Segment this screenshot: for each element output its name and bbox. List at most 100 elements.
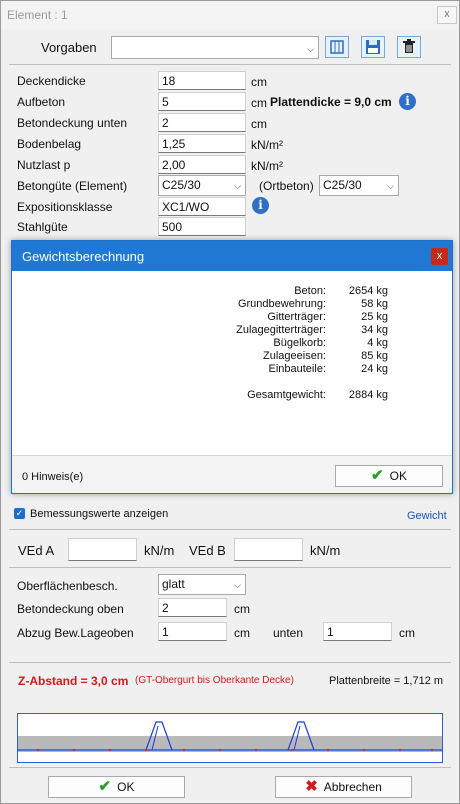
hint-count: 0 Hinweis(e)	[22, 471, 84, 483]
betonguete-label: Betongüte (Element)	[17, 179, 128, 193]
abzug-oben-unit: cm	[234, 626, 250, 640]
abzug-oben-label: oben	[107, 626, 134, 640]
cancel-label: Abbrechen	[323, 780, 382, 794]
bodenbelag-input[interactable]: 1,25	[158, 134, 246, 153]
dialog-ok-button[interactable]: ✔ OK	[335, 465, 443, 487]
weight-label: Zulageeisen:	[263, 350, 326, 362]
total-value: 2884 kg	[348, 389, 388, 401]
columns-button[interactable]	[325, 36, 349, 58]
separator	[9, 567, 451, 568]
weight-label: Bügelkorb:	[273, 337, 326, 349]
oberflaeche-select[interactable]: glatt ⌵	[158, 574, 246, 595]
betondeckung-unten-label: Betondeckung unten	[17, 116, 128, 130]
abzug-unten-unit: cm	[399, 626, 415, 640]
plattendicke-info-icon[interactable]: i	[399, 93, 416, 110]
vorgaben-label: Vorgaben	[41, 40, 97, 55]
vorgaben-select[interactable]: ⌵	[111, 36, 319, 59]
expositionsklasse-info-icon[interactable]: i	[252, 197, 269, 214]
betondeckung-oben-unit: cm	[234, 602, 250, 616]
weight-value: 2654 kg	[348, 285, 388, 297]
deckendicke-unit: cm	[251, 75, 267, 89]
nutzlast-label: Nutzlast p	[17, 158, 71, 172]
chevron-down-icon: ⌵	[387, 181, 394, 191]
check-icon: ✔	[98, 778, 112, 795]
weight-value: 34 kg	[361, 324, 388, 336]
weight-value: 24 kg	[361, 363, 388, 375]
dialog-close-button[interactable]: x	[431, 248, 448, 265]
ved-a-unit: kN/m	[144, 543, 175, 558]
cross-section-preview	[17, 713, 443, 763]
deckendicke-label: Deckendicke	[17, 74, 86, 88]
window-close-button[interactable]: x	[437, 6, 457, 24]
ortbeton-value: C25/30	[323, 178, 362, 192]
stahlguete-label: Stahlgüte	[17, 220, 68, 234]
gewicht-link[interactable]: Gewicht	[407, 510, 447, 522]
ved-b-label: VEd B	[189, 543, 226, 558]
bemessung-checkbox[interactable]: ✓	[14, 508, 25, 519]
betonguete-select[interactable]: C25/30 ⌵	[158, 175, 246, 196]
gewichtsberechnung-dialog: Gewichtsberechnung x Beton: 2654 kg Grun…	[11, 240, 453, 494]
ok-button[interactable]: ✔ OK	[48, 776, 185, 798]
deckendicke-input[interactable]: 18	[158, 71, 246, 90]
total-label: Gesamtgewicht:	[247, 389, 326, 401]
separator	[9, 64, 451, 65]
oberflaeche-value: glatt	[162, 577, 185, 591]
weight-label: Grundbewehrung:	[237, 298, 326, 310]
weight-value: 85 kg	[361, 350, 388, 362]
dialog-title: Gewichtsberechnung	[22, 249, 145, 264]
stahlguete-input[interactable]: 500	[158, 217, 246, 236]
expositionsklasse-input[interactable]: XC1/WO	[158, 197, 246, 216]
ortbeton-label: (Ortbeton)	[259, 179, 314, 193]
separator	[9, 662, 451, 663]
cross-section-drawing	[18, 721, 442, 752]
ved-a-input[interactable]	[68, 538, 137, 561]
betondeckung-oben-input[interactable]: 2	[158, 598, 227, 617]
ok-label: OK	[117, 780, 135, 794]
plattendicke-text: Plattendicke = 9,0 cm	[270, 95, 392, 109]
betondeckung-unten-unit: cm	[251, 117, 267, 131]
ved-a-label: VEd A	[18, 543, 55, 558]
dialog-ok-label: OK	[389, 469, 407, 483]
plattenbreite-text: Plattenbreite = 1,712 m	[329, 675, 444, 687]
bodenbelag-label: Bodenbelag	[17, 137, 82, 151]
aufbeton-label: Aufbeton	[17, 95, 66, 109]
nutzlast-unit: kN/m²	[251, 159, 283, 173]
element-window: Element : 1 x Vorgaben ⌵ Deckendicke 18 …	[0, 0, 460, 804]
cross-icon: ✖	[305, 778, 318, 795]
separator	[9, 529, 451, 530]
window-title: Element : 1	[7, 8, 68, 22]
chevron-down-icon: ⌵	[234, 580, 241, 590]
betonguete-value: C25/30	[162, 178, 201, 192]
chevron-down-icon: ⌵	[307, 44, 314, 54]
weight-value: 4 kg	[367, 337, 388, 349]
nutzlast-input[interactable]: 2,00	[158, 155, 246, 174]
weight-label: Beton:	[294, 285, 326, 297]
separator	[9, 767, 451, 768]
bodenbelag-unit: kN/m²	[251, 138, 283, 152]
columns-icon	[330, 40, 344, 54]
title-bar: Element : 1 x	[1, 1, 459, 29]
abzug-label: Abzug Bew.Lage	[17, 626, 108, 640]
ved-b-unit: kN/m	[310, 543, 341, 558]
betondeckung-unten-input[interactable]: 2	[158, 113, 246, 132]
chevron-down-icon: ⌵	[234, 181, 241, 191]
bemessung-label: Bemessungswerte anzeigen	[30, 508, 169, 520]
delete-button[interactable]	[397, 36, 421, 58]
weight-label: Einbauteile:	[268, 363, 327, 375]
aufbeton-input[interactable]: 5	[158, 92, 246, 111]
abzug-unten-label: unten	[273, 626, 304, 640]
abzug-unten-input[interactable]: 1	[323, 622, 392, 641]
betondeckung-oben-label: Betondeckung oben	[17, 602, 124, 616]
check-icon: ✔	[371, 467, 384, 484]
abzug-oben-input[interactable]: 1	[158, 622, 227, 641]
weight-value: 58 kg	[361, 298, 388, 310]
weight-label: Gitterträger:	[267, 311, 326, 323]
cancel-button[interactable]: ✖ Abbrechen	[275, 776, 412, 798]
ortbeton-select[interactable]: C25/30 ⌵	[319, 175, 399, 196]
z-abstand-text: Z-Abstand = 3,0 cm	[18, 674, 129, 688]
weight-label: Zulagegitterträger:	[236, 324, 326, 336]
aufbeton-unit: cm	[251, 96, 267, 110]
save-button[interactable]	[361, 36, 385, 58]
ved-b-input[interactable]	[234, 538, 303, 561]
weight-value: 25 kg	[361, 311, 388, 323]
